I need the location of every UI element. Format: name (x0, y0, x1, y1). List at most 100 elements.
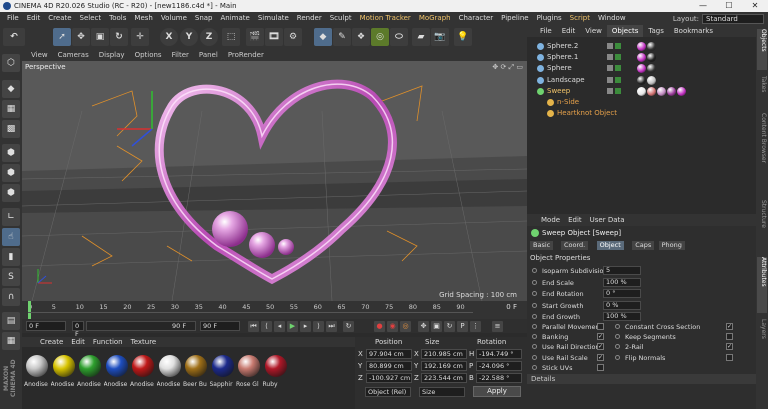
visibility-dot-icon[interactable] (607, 76, 613, 83)
menu-window[interactable]: Window (594, 12, 630, 25)
render-settings-icon[interactable]: ⚙ (284, 28, 302, 46)
attribute-menu-user-data[interactable]: User Data (586, 214, 629, 226)
workplane-icon[interactable]: ▩ (2, 120, 20, 138)
object-menu-edit[interactable]: Edit (557, 25, 581, 37)
material-tag-icon[interactable] (637, 64, 646, 74)
size-x-field[interactable]: 210.985 cm (421, 349, 467, 359)
material-tag-icon[interactable] (647, 75, 656, 85)
material-menu-function[interactable]: Function (89, 337, 127, 347)
play-icon[interactable]: ▶ (287, 321, 298, 332)
animate-dot-icon[interactable] (532, 302, 537, 308)
grid-icon[interactable]: ▦ (2, 332, 20, 350)
menu-animate[interactable]: Animate (217, 12, 254, 25)
material-menu-edit[interactable]: Edit (67, 337, 89, 347)
viewport-menu-display[interactable]: Display (94, 50, 130, 61)
object-menu-objects[interactable]: Objects (606, 25, 644, 37)
material-tag-icon[interactable] (647, 42, 656, 51)
menu-plugins[interactable]: Plugins (533, 12, 566, 25)
checkbox[interactable]: ✓ (597, 353, 604, 361)
attribute-menu-mode[interactable]: Mode (537, 214, 564, 226)
object-menu-view[interactable]: View (580, 25, 607, 37)
visibility-dot-icon[interactable] (607, 54, 613, 61)
material-tag-icon[interactable] (667, 86, 676, 96)
undo-icon[interactable]: ↶ (3, 28, 25, 46)
position-key-icon[interactable]: ✥ (418, 321, 429, 332)
animate-dot-icon[interactable] (615, 334, 620, 340)
render-picture-viewer-icon[interactable]: 🎞 (265, 28, 283, 46)
previous-key-icon[interactable]: ⟨ (261, 321, 272, 332)
keyframe-selection-icon[interactable]: ◎ (400, 321, 411, 332)
material-tag-icon[interactable] (637, 75, 646, 85)
viewport-nav-icons[interactable]: ✥ ⟳ ⤢ ▭ (492, 63, 523, 72)
checkbox[interactable] (726, 353, 733, 361)
tab-coord[interactable]: Coord. (561, 241, 589, 250)
menu-motion-tracker[interactable]: Motion Tracker (356, 12, 415, 25)
animate-dot-icon[interactable] (532, 291, 537, 296)
menu-pipeline[interactable]: Pipeline (497, 12, 532, 25)
coordinate-system-icon[interactable]: ⬚ (222, 28, 240, 46)
menu-select[interactable]: Select (76, 12, 106, 25)
menu-character[interactable]: Character (455, 12, 498, 25)
right-tab-content-browser[interactable]: Content Browser (757, 113, 767, 194)
details-section[interactable]: Details (527, 374, 756, 384)
size-mode-dropdown[interactable]: Size (419, 387, 465, 397)
z-axis-button[interactable]: Z (200, 28, 218, 46)
animate-dot-icon[interactable] (532, 279, 537, 285)
auto-key-icon[interactable]: ◉ (387, 321, 398, 332)
object-menu-tags[interactable]: Tags (643, 25, 669, 37)
go-to-end-icon[interactable]: ⏭ (326, 321, 337, 332)
position-x-field[interactable]: 97.904 cm (366, 349, 412, 359)
axis-mode-icon[interactable]: ∟ (2, 208, 20, 226)
move-icon[interactable]: ✥ (72, 28, 90, 46)
previous-frame-icon[interactable]: ◂ (274, 321, 285, 332)
go-to-start-icon[interactable]: ⏮ (248, 321, 259, 332)
render-view-icon[interactable]: 🎬 (246, 28, 264, 46)
timeline-options-icon[interactable]: ≡ (492, 321, 503, 332)
maximize-icon[interactable]: ☐ (716, 0, 742, 12)
attr-value-field[interactable]: 0 ° (603, 289, 641, 298)
next-frame-icon[interactable]: ▸ (300, 321, 311, 332)
material-tag-icon[interactable] (657, 86, 666, 96)
rotation-b-field[interactable]: -22.588 ° (476, 373, 522, 383)
material-tag-icon[interactable] (637, 42, 646, 51)
workplane-lock-icon[interactable]: ▤ (2, 312, 20, 330)
object-row-n-side[interactable]: n-Side (527, 97, 756, 108)
point-level-icon[interactable]: ⋮ (470, 321, 481, 332)
animate-dot-icon[interactable] (615, 324, 620, 329)
object-row-landscape[interactable]: Landscape (527, 75, 756, 86)
polygons-mode-icon[interactable]: ⬢ (2, 184, 20, 202)
material-swatch[interactable]: Anodise (157, 353, 183, 393)
menu-render[interactable]: Render (293, 12, 326, 25)
material-tag-icon[interactable] (647, 86, 656, 96)
magnet-icon[interactable]: ∩ (2, 288, 20, 306)
coord-mode-dropdown[interactable]: Object (Rel) (365, 387, 411, 397)
transform-icon[interactable]: ✛ (131, 28, 149, 46)
minimize-icon[interactable]: — (690, 0, 716, 12)
position-z-field[interactable]: -100.927 cm (366, 373, 412, 383)
object-row-heartknot-object[interactable]: Heartknot Object (527, 108, 756, 119)
record-icon[interactable]: ● (374, 321, 385, 332)
visibility-dot-icon[interactable] (607, 65, 613, 72)
menu-simulate[interactable]: Simulate (254, 12, 293, 25)
attribute-menu-edit[interactable]: Edit (564, 214, 586, 226)
y-axis-button[interactable]: Y (180, 28, 198, 46)
solo-icon[interactable]: ▮ (2, 248, 20, 266)
subdivision-icon[interactable]: ❖ (352, 28, 370, 46)
apply-button[interactable]: Apply (473, 386, 521, 397)
checkbox[interactable] (597, 363, 604, 371)
material-swatch[interactable]: Anodise (104, 353, 130, 393)
checkbox[interactable] (726, 333, 733, 341)
make-editable-icon[interactable]: ⬡ (2, 54, 20, 72)
menu-snap[interactable]: Snap (191, 12, 217, 25)
viewport-menu-panel[interactable]: Panel (194, 50, 223, 61)
menu-mesh[interactable]: Mesh (130, 12, 156, 25)
rotation-h-field[interactable]: -194.749 ° (476, 349, 522, 359)
close-icon[interactable]: ✕ (742, 0, 768, 12)
material-tag-icon[interactable] (637, 53, 646, 63)
viewport-menu-filter[interactable]: Filter (167, 50, 194, 61)
camera-icon[interactable]: 📷 (431, 28, 449, 46)
material-menu-create[interactable]: Create (36, 337, 67, 347)
attr-value-field[interactable]: 100 % (603, 277, 641, 287)
object-menu-file[interactable]: File (535, 25, 557, 37)
scale-icon[interactable]: ▣ (91, 28, 109, 46)
